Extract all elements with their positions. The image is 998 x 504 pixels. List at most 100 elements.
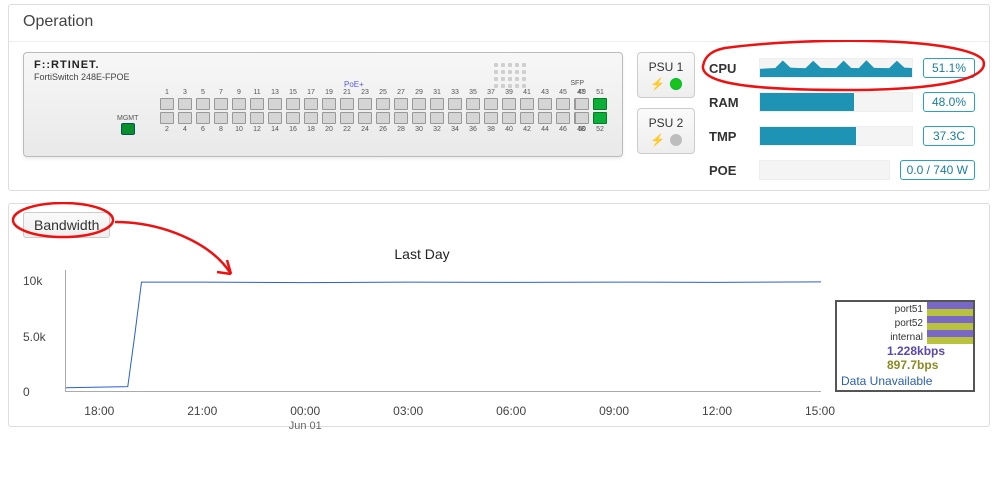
rj45-port[interactable] (502, 98, 516, 110)
rj45-port[interactable] (412, 98, 426, 110)
port-number: 15 (289, 89, 297, 96)
port-number: 41 (523, 89, 531, 96)
rj45-port[interactable] (304, 98, 318, 110)
sfp-port[interactable] (575, 98, 589, 110)
rj45-port[interactable] (520, 98, 534, 110)
rj45-port[interactable] (322, 112, 336, 124)
rj45-port[interactable] (268, 98, 282, 110)
rj45-port[interactable] (340, 112, 354, 124)
port-number: 26 (379, 126, 387, 133)
rj45-port[interactable] (160, 112, 174, 124)
rj45-port[interactable] (376, 98, 390, 110)
rj45-port[interactable] (304, 112, 318, 124)
rj45-port[interactable] (502, 112, 516, 124)
psu-status-dot-icon (670, 78, 682, 90)
psu-2[interactable]: PSU 2 ⚡ (637, 108, 695, 154)
port-number: 49 (578, 89, 586, 96)
legend-row: port51 (837, 302, 973, 316)
rj45-port[interactable] (358, 98, 372, 110)
rj45-port[interactable] (250, 112, 264, 124)
rj45-port[interactable] (232, 98, 246, 110)
poe-plus-label: PoE+ (344, 80, 364, 89)
psu-1[interactable]: PSU 1 ⚡ (637, 52, 695, 98)
bandwidth-panel: Bandwidth Last Day 10k5.0k018:0021:0000:… (8, 203, 990, 427)
operation-title: Operation (9, 5, 989, 42)
rj45-port[interactable] (214, 112, 228, 124)
rj45-port[interactable] (322, 98, 336, 110)
rj45-port[interactable] (196, 98, 210, 110)
sfp-port-block: 49505152 (574, 89, 608, 133)
x-tick-label: 21:00 (187, 404, 217, 418)
legend-label: internal (837, 332, 927, 343)
rj45-port[interactable] (448, 98, 462, 110)
rj45-port[interactable] (430, 112, 444, 124)
rj45-port[interactable] (286, 98, 300, 110)
psu-status-dot-icon (670, 134, 682, 146)
rj45-port[interactable] (556, 112, 570, 124)
rj45-port[interactable] (358, 112, 372, 124)
legend-label: port51 (837, 304, 927, 315)
rj45-port[interactable] (556, 98, 570, 110)
rj45-port[interactable] (394, 98, 408, 110)
port-number: 9 (237, 89, 241, 96)
rj45-port[interactable] (268, 112, 282, 124)
gauge-ram-bar[interactable] (759, 92, 913, 112)
port-number: 37 (487, 89, 495, 96)
plug-icon: ⚡ (650, 133, 665, 147)
rj45-port[interactable] (340, 98, 354, 110)
rj45-port[interactable] (484, 112, 498, 124)
legend-swatch-icon (927, 330, 973, 344)
rj45-port[interactable] (286, 112, 300, 124)
rj45-port[interactable] (250, 98, 264, 110)
rj45-port[interactable] (214, 98, 228, 110)
bandwidth-tab[interactable]: Bandwidth (23, 212, 110, 238)
legend-swatch-icon (927, 316, 973, 330)
switch-front-panel: F::RTINET. FortiSwitch 248E-FPOE MGMT Po… (23, 52, 623, 157)
legend-label: port52 (837, 318, 927, 329)
bandwidth-line (66, 270, 821, 391)
rj45-port[interactable] (412, 112, 426, 124)
rj45-port[interactable] (232, 112, 246, 124)
port-number: 46 (559, 126, 567, 133)
port-number: 39 (505, 89, 513, 96)
gauge-cpu-bar[interactable] (759, 58, 913, 78)
gauge-poe-bar[interactable] (759, 160, 890, 180)
port-number: 23 (361, 89, 369, 96)
rj45-port[interactable] (538, 112, 552, 124)
port-number: 18 (307, 126, 315, 133)
rj45-port[interactable] (178, 98, 192, 110)
gauge-ram: RAM 48.0% (709, 92, 975, 112)
rj45-port[interactable] (196, 112, 210, 124)
rj45-port[interactable] (448, 112, 462, 124)
gauge-cpu-value: 51.1% (923, 58, 975, 78)
rj45-port[interactable] (520, 112, 534, 124)
port-number: 12 (253, 126, 261, 133)
mgmt-port[interactable] (121, 123, 135, 135)
port-number: 45 (559, 89, 567, 96)
rj45-port-block: 1234567891011121314151617181920212223242… (159, 89, 589, 133)
gauge-column: CPU 51.1% RAM 48.0% TMP (709, 58, 975, 180)
vent-holes (494, 63, 526, 88)
rj45-port[interactable] (466, 98, 480, 110)
gauge-tmp-bar[interactable] (759, 126, 913, 146)
rj45-port[interactable] (376, 112, 390, 124)
rj45-port[interactable] (394, 112, 408, 124)
port-number: 40 (505, 126, 513, 133)
sfp-port[interactable] (593, 112, 607, 124)
sfp-port[interactable] (575, 112, 589, 124)
rj45-port[interactable] (160, 98, 174, 110)
port-number: 1 (165, 89, 169, 96)
rj45-port[interactable] (430, 98, 444, 110)
sfp-port[interactable] (593, 98, 607, 110)
rj45-port[interactable] (466, 112, 480, 124)
rj45-port[interactable] (484, 98, 498, 110)
psu-2-label: PSU 2 (649, 116, 684, 130)
x-tick-label: 12:00 (702, 404, 732, 418)
gauge-tmp-value: 37.3C (923, 126, 975, 146)
rj45-port[interactable] (178, 112, 192, 124)
bandwidth-chart[interactable]: Last Day 10k5.0k018:0021:0000:00Jun 0103… (23, 244, 821, 414)
legend-swatch-icon (927, 302, 973, 316)
rj45-port[interactable] (538, 98, 552, 110)
port-number: 7 (219, 89, 223, 96)
port-number: 10 (235, 126, 243, 133)
